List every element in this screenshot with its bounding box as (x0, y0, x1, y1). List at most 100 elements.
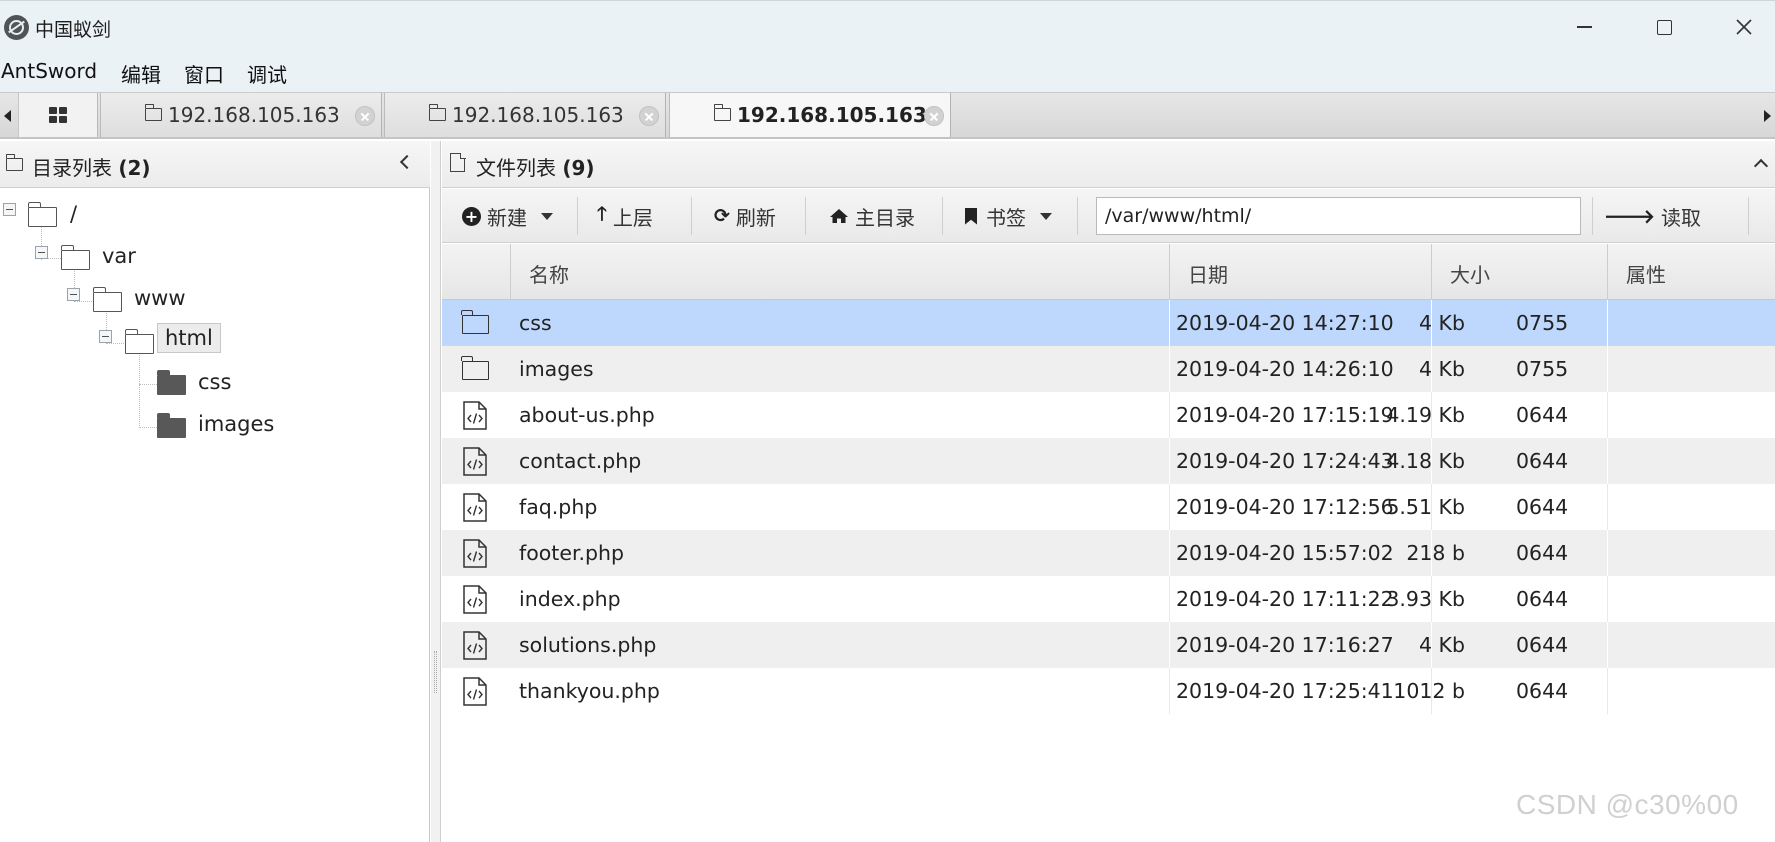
file-row[interactable]: footer.php 2019-04-20 15:57:02 218 b 0644 (442, 530, 1775, 576)
tree-toggle-html[interactable] (99, 330, 112, 343)
column-date[interactable]: 日期 (1169, 244, 1431, 300)
file-row[interactable]: solutions.php 2019-04-20 17:16:27 4 Kb 0644 (442, 622, 1775, 668)
bookmark-button[interactable]: 书签 (965, 189, 1052, 243)
file-row[interactable]: index.php 2019-04-20 17:11:22 3.93 Kb 0644 (442, 576, 1775, 622)
column-divider (1607, 346, 1608, 392)
file-name: css (519, 311, 552, 335)
column-attributes[interactable]: 属性 (1607, 244, 1775, 300)
menu-bar: AntSword 编辑 窗口 调试 (0, 52, 1775, 92)
file-row[interactable]: css 2019-04-20 14:27:10 4 Kb 0755 (442, 300, 1775, 346)
file-toolbar: + 新建 🡑 上层 ⟳ 刷新 主目录 书签 🡒 读取 (442, 189, 1775, 243)
file-attributes: 0644 (1516, 633, 1569, 657)
menu-window[interactable]: 窗口 (184, 59, 224, 88)
tree-item-images[interactable]: images (198, 412, 274, 436)
tab-bar: 192.168.105.163 192.168.105.163 192.168.… (0, 92, 1775, 139)
tree-toggle-root[interactable] (3, 203, 16, 216)
collapse-up-icon[interactable] (1753, 158, 1769, 174)
column-divider (1431, 530, 1432, 576)
tree-item-html[interactable]: html (157, 323, 221, 353)
folder-filled-icon (156, 370, 186, 395)
file-name: faq.php (519, 495, 598, 519)
read-button[interactable]: 🡒 读取 (1604, 189, 1701, 243)
file-row[interactable]: images 2019-04-20 14:26:10 4 Kb 0755 (442, 346, 1775, 392)
up-button[interactable]: 🡑 上层 (597, 189, 653, 243)
maximize-button[interactable] (1638, 9, 1690, 45)
minimize-icon (1576, 26, 1592, 28)
menu-antsword[interactable]: AntSword (1, 59, 97, 83)
column-divider (1607, 668, 1608, 714)
column-divider (1607, 622, 1608, 668)
column-size[interactable]: 大小 (1431, 244, 1607, 300)
column-divider (1169, 576, 1170, 622)
column-name[interactable]: 名称 (510, 244, 1172, 300)
column-divider (1607, 530, 1608, 576)
file-size: 4 Kb (1418, 311, 1465, 335)
file-name: solutions.php (519, 633, 657, 657)
folder-icon (92, 287, 122, 312)
tab-label: 192.168.105.163 (452, 103, 624, 127)
file-name: images (519, 357, 594, 381)
title-bar: 中国蚁剑 (0, 0, 1775, 52)
folder-icon (461, 310, 489, 334)
minimize-button[interactable] (1558, 9, 1610, 45)
file-list-header: 文件列表 (9) (442, 141, 1775, 188)
tab-scroll-right-icon[interactable] (1764, 110, 1771, 122)
home-label: 主目录 (855, 205, 915, 230)
menu-edit[interactable]: 编辑 (121, 59, 161, 88)
new-button[interactable]: + 新建 (462, 189, 553, 243)
tab-scroll-left-icon[interactable] (4, 110, 11, 122)
caret-down-icon (1040, 212, 1052, 220)
column-divider (1431, 576, 1432, 622)
home-dir-button[interactable]: 主目录 (829, 189, 915, 243)
file-list-title: 文件列表 (9) (476, 156, 595, 180)
file-row[interactable]: contact.php 2019-04-20 17:24:43 4.18 Kb 064… (442, 438, 1775, 484)
read-label: 读取 (1660, 205, 1701, 230)
tree-toggle-www[interactable] (67, 288, 80, 301)
file-row[interactable]: thankyou.php 2019-04-20 17:25:41 1012 b 064… (442, 668, 1775, 714)
tab-close-icon[interactable] (924, 106, 944, 126)
column-divider (1607, 438, 1608, 484)
column-divider (1607, 576, 1608, 622)
tree-item-var[interactable]: var (102, 244, 136, 268)
tree-item-root[interactable]: / (70, 202, 77, 226)
code-file-icon (463, 493, 487, 522)
tree-toggle-var[interactable] (35, 246, 48, 259)
splitter-grip-icon[interactable] (434, 651, 437, 693)
home-icon (830, 209, 848, 223)
folder-icon (461, 356, 489, 380)
tree-item-css[interactable]: css (198, 370, 231, 394)
collapse-left-icon[interactable] (399, 154, 415, 170)
file-list-panel: 文件列表 (9) + 新建 🡑 上层 ⟳ 刷新 主目录 书签 /var/www/… (442, 141, 1775, 842)
close-window-button[interactable] (1718, 9, 1770, 45)
column-divider (1169, 622, 1170, 668)
tab-connection-3[interactable]: 192.168.105.163 (669, 93, 951, 137)
up-label: 上层 (612, 205, 653, 230)
code-file-icon (463, 677, 487, 706)
menu-debug[interactable]: 调试 (247, 59, 287, 88)
tab-close-icon[interactable] (639, 106, 659, 126)
path-input[interactable] (1096, 197, 1581, 235)
directory-panel: 目录列表 (2) / var www html css images (0, 141, 430, 842)
file-name: about-us.php (519, 403, 655, 427)
file-row[interactable]: about-us.php 2019-04-20 17:15:19 4.19 Kb 06… (442, 392, 1775, 438)
tab-label: 192.168.105.163 (168, 103, 340, 127)
watermark: CSDN @c30%00 (1516, 789, 1739, 820)
column-divider (1431, 484, 1432, 530)
code-file-icon (463, 447, 487, 476)
file-icon (450, 152, 466, 172)
new-label: 新建 (487, 205, 527, 230)
panel-splitter[interactable] (431, 141, 441, 842)
tab-connection-1[interactable]: 192.168.105.163 (100, 93, 382, 137)
plus-circle-icon: + (462, 206, 481, 226)
tab-label: 192.168.105.163 (737, 103, 927, 127)
code-file-icon (463, 631, 487, 660)
directory-panel-header: 目录列表 (2) (0, 141, 430, 188)
tree-item-www[interactable]: www (134, 286, 186, 310)
tab-home[interactable] (18, 93, 98, 137)
tab-connection-2[interactable]: 192.168.105.163 (384, 93, 666, 137)
tab-close-icon[interactable] (355, 106, 375, 126)
column-divider (1169, 300, 1170, 346)
refresh-button[interactable]: ⟳ 刷新 (714, 189, 776, 243)
directory-tree: / var www html css images (0, 188, 430, 842)
file-row[interactable]: faq.php 2019-04-20 17:12:56 5.51 Kb 0644 (442, 484, 1775, 530)
